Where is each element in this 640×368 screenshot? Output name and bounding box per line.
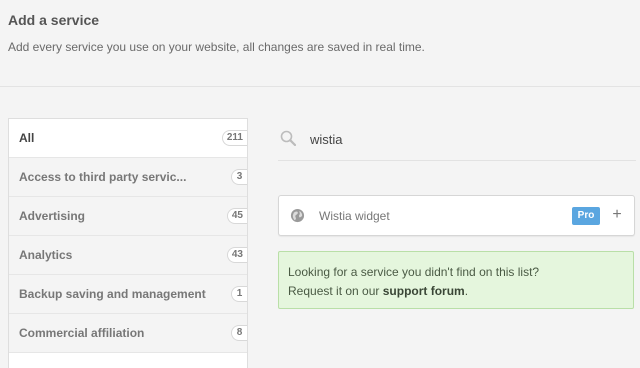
- category-list: All 211 Access to third party servic... …: [8, 118, 248, 368]
- page-subtitle: Add every service you use on your websit…: [8, 40, 425, 54]
- category-label: Commercial affiliation: [19, 326, 145, 340]
- service-search: [278, 118, 636, 161]
- category-label: Advertising: [19, 209, 86, 223]
- category-item-analytics[interactable]: Analytics 43: [9, 236, 247, 275]
- page-header: Add a service Add every service you use …: [0, 0, 640, 87]
- category-item-advertising[interactable]: Advertising 45: [9, 197, 247, 236]
- category-label: Access to third party servic...: [19, 170, 187, 184]
- main-content: All 211 Access to third party servic... …: [0, 88, 640, 368]
- category-count-badge: 8: [231, 325, 247, 341]
- page-title: Add a service: [8, 12, 100, 28]
- support-forum-link[interactable]: support forum: [383, 284, 465, 298]
- category-count-badge: 43: [226, 247, 247, 263]
- search-icon: [280, 130, 296, 146]
- service-result-item[interactable]: Wistia widget Pro +: [278, 195, 635, 236]
- category-count-badge: 211: [221, 130, 247, 146]
- notice-request-prefix: Request it on our: [288, 284, 383, 298]
- category-label: All: [19, 131, 35, 145]
- globe-icon: [290, 208, 305, 223]
- notice-line: Looking for a service you didn't find on…: [288, 265, 540, 279]
- category-label: Backup saving and management: [19, 287, 206, 301]
- category-count-badge: 1: [231, 286, 247, 302]
- search-input[interactable]: [310, 128, 610, 150]
- pro-badge: Pro: [572, 207, 600, 225]
- category-item-third-party-access[interactable]: Access to third party servic... 3: [9, 158, 247, 197]
- notice-request-line: Request it on our support forum.: [288, 282, 624, 301]
- category-item-all[interactable]: All 211: [9, 119, 247, 158]
- notice-request-suffix: .: [464, 284, 469, 298]
- plus-icon[interactable]: +: [609, 205, 625, 225]
- category-count-badge: 45: [226, 208, 247, 224]
- category-count-badge: 3: [231, 169, 247, 185]
- request-service-notice: Looking for a service you didn't find on…: [278, 251, 634, 309]
- category-item-backup[interactable]: Backup saving and management 1: [9, 275, 247, 314]
- category-item-commercial-affiliation[interactable]: Commercial affiliation 8: [9, 314, 247, 353]
- category-label: Analytics: [19, 248, 73, 262]
- service-name: Wistia widget: [319, 209, 390, 223]
